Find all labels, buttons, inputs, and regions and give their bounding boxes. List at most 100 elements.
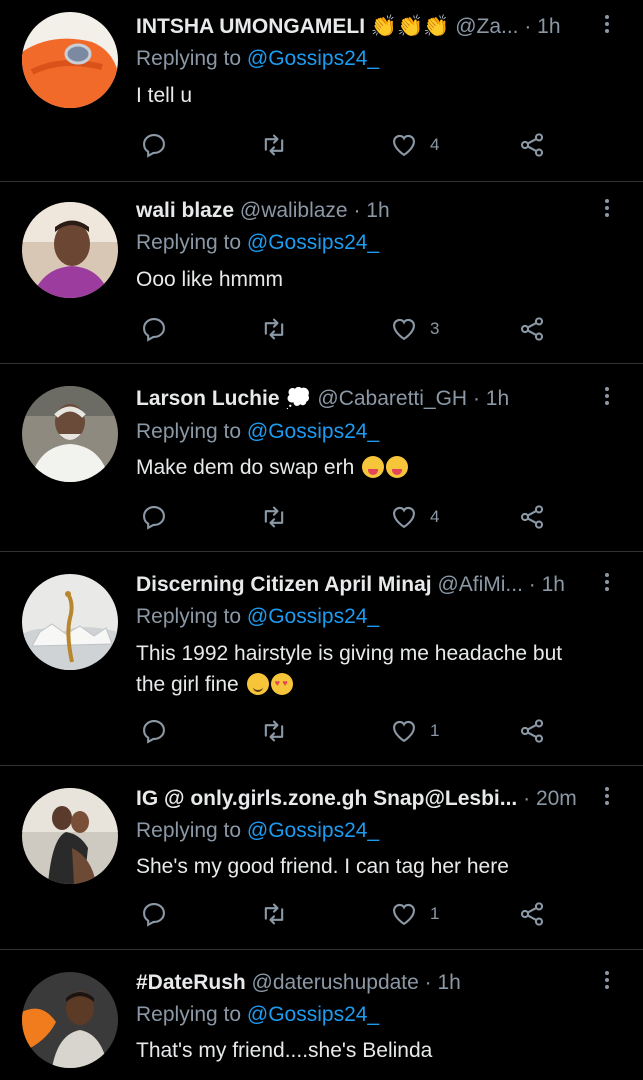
tweet-actions: 4 (136, 127, 556, 163)
avatar[interactable] (22, 574, 118, 670)
display-name[interactable]: IG @ only.girls.zone.gh Snap@Lesbi... (136, 787, 517, 810)
tweet-header: wali blaze @waliblaze · 1h (136, 196, 583, 226)
display-name[interactable]: INTSHA UMONGAMELI (136, 15, 365, 38)
more-icon[interactable] (597, 784, 617, 814)
tweet-header: #DateRush @daterushupdate · 1h (136, 968, 583, 998)
tweet-text: She's my good friend. I can tag her here (136, 855, 509, 878)
reply-button[interactable] (140, 311, 168, 347)
timestamp[interactable]: · 1h (353, 199, 389, 222)
reply-icon (143, 318, 165, 342)
more-icon[interactable] (597, 384, 617, 414)
handle[interactable]: @Za... (455, 15, 518, 38)
like-button[interactable]: 1 (390, 896, 439, 932)
share-button[interactable] (518, 499, 546, 535)
share-button[interactable] (518, 127, 546, 163)
reply-button[interactable] (140, 499, 168, 535)
reply-mention-link[interactable]: @Gossips24_ (247, 605, 379, 628)
replying-to: Replying to @Gossips24_ (136, 605, 380, 628)
reply-mention-link[interactable]: @Gossips24_ (247, 1003, 379, 1026)
tweet-4[interactable]: Discerning Citizen April Minaj @AfiMi...… (0, 552, 643, 766)
display-name[interactable]: Discerning Citizen April Minaj (136, 573, 432, 596)
like-icon (393, 506, 415, 529)
retweet-button[interactable] (260, 127, 288, 163)
retweet-icon (264, 903, 284, 925)
reply-button[interactable] (140, 713, 168, 749)
tweet-text: That's my friend....she's Belinda (136, 1039, 433, 1062)
display-name[interactable]: #DateRush (136, 971, 246, 994)
share-button[interactable] (518, 896, 546, 932)
replying-to: Replying to @Gossips24_ (136, 1003, 380, 1026)
avatar[interactable] (22, 12, 118, 108)
display-name[interactable]: Larson Luchie (136, 387, 280, 410)
retweet-icon (264, 134, 284, 156)
more-icon[interactable] (597, 968, 617, 998)
reply-button[interactable] (140, 896, 168, 932)
retweet-button[interactable] (260, 499, 288, 535)
retweet-button[interactable] (260, 713, 288, 749)
like-count: 1 (430, 904, 440, 923)
retweet-button[interactable] (260, 896, 288, 932)
handle[interactable]: @Cabaretti_GH (317, 387, 467, 410)
tweet-5[interactable]: IG @ only.girls.zone.gh Snap@Lesbi... · … (0, 766, 643, 950)
tweet-3[interactable]: Larson Luchie 💭 @Cabaretti_GH · 1h Reply… (0, 364, 643, 552)
reply-icon (143, 903, 165, 927)
retweet-button[interactable] (260, 311, 288, 347)
tweet-header: Discerning Citizen April Minaj @AfiMi...… (136, 570, 583, 600)
reply-icon (143, 506, 165, 530)
reply-icon (143, 720, 165, 744)
name-badge: 👏👏👏 (370, 15, 450, 38)
timestamp[interactable]: · 20m (523, 787, 577, 810)
handle[interactable]: @AfiMi... (437, 573, 523, 596)
share-icon (520, 902, 544, 926)
timestamp[interactable]: · 1h (529, 573, 565, 596)
share-button[interactable] (518, 311, 546, 347)
tweet-header: Larson Luchie 💭 @Cabaretti_GH · 1h (136, 384, 583, 414)
share-icon (520, 505, 544, 529)
tweet-1[interactable]: INTSHA UMONGAMELI 👏👏👏 @Za... · 1h Replyi… (0, 0, 643, 182)
display-name[interactable]: wali blaze (136, 199, 234, 222)
like-button[interactable]: 1 (390, 713, 439, 749)
more-icon[interactable] (597, 570, 617, 600)
avatar[interactable] (22, 202, 118, 298)
reply-button[interactable] (140, 127, 168, 163)
avatar[interactable] (22, 788, 118, 884)
tweet-6[interactable]: #DateRush @daterushupdate · 1h Replying … (0, 950, 643, 1080)
retweet-icon (264, 506, 284, 528)
tweet-actions: 3 (136, 311, 556, 347)
timestamp[interactable]: · 1h (524, 15, 560, 38)
handle[interactable]: @waliblaze (240, 199, 348, 222)
like-button[interactable]: 4 (390, 127, 439, 163)
smile-emoji (246, 673, 269, 695)
tweet-header: INTSHA UMONGAMELI 👏👏👏 @Za... · 1h (136, 12, 583, 42)
tweet-text: I tell u (136, 84, 193, 107)
avatar[interactable] (22, 972, 118, 1068)
replying-to: Replying to @Gossips24_ (136, 420, 380, 443)
like-count: 3 (430, 319, 440, 338)
timestamp[interactable]: · 1h (425, 971, 461, 994)
share-icon (520, 317, 544, 341)
tweet-text: Make dem do swap erh (136, 452, 603, 483)
reply-mention-link[interactable]: @Gossips24_ (247, 47, 379, 70)
tongue-out-emoji (362, 456, 385, 478)
like-count: 4 (430, 507, 440, 526)
more-icon[interactable] (597, 12, 617, 42)
like-button[interactable]: 4 (390, 499, 439, 535)
like-count: 4 (430, 135, 440, 154)
share-button[interactable] (518, 713, 546, 749)
more-icon[interactable] (597, 196, 617, 226)
handle[interactable]: @daterushupdate (252, 971, 419, 994)
retweet-icon (264, 720, 284, 742)
like-button[interactable]: 3 (390, 311, 439, 347)
reply-icon (143, 134, 165, 158)
avatar[interactable] (22, 386, 118, 482)
tweet-2[interactable]: wali blaze @waliblaze · 1h Replying to @… (0, 182, 643, 364)
timestamp[interactable]: · 1h (473, 387, 509, 410)
tweet-text: This 1992 hairstyle is giving me headach… (136, 642, 563, 696)
like-icon (393, 720, 415, 743)
reply-mention-link[interactable]: @Gossips24_ (247, 420, 379, 443)
tongue-out-emoji (386, 456, 409, 478)
like-count: 1 (430, 721, 440, 740)
reply-mention-link[interactable]: @Gossips24_ (247, 819, 379, 842)
reply-feed: INTSHA UMONGAMELI 👏👏👏 @Za... · 1h Replyi… (0, 0, 643, 1080)
reply-mention-link[interactable]: @Gossips24_ (247, 231, 379, 254)
